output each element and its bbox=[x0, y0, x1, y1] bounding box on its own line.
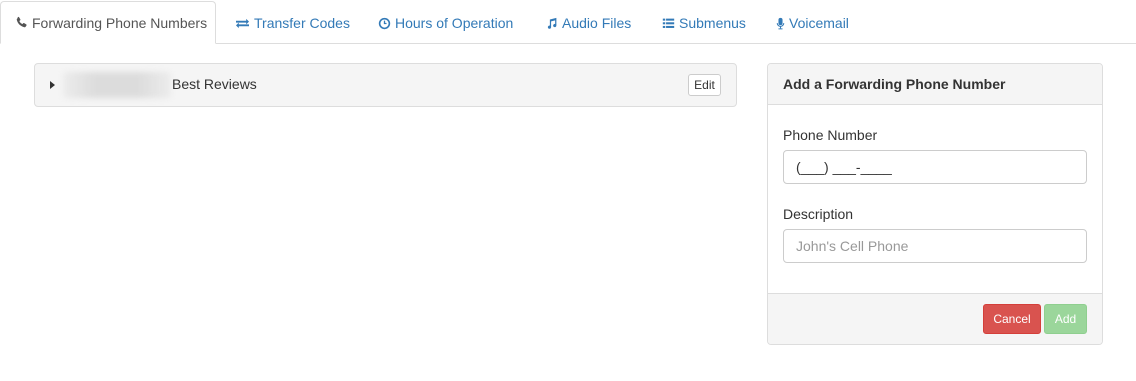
clock-icon bbox=[377, 16, 391, 30]
tab-forwarding-phone-numbers[interactable]: Forwarding Phone Numbers bbox=[0, 1, 216, 44]
microphone-icon bbox=[775, 16, 785, 30]
redacted-name bbox=[63, 72, 171, 98]
panel-footer: Cancel Add bbox=[768, 293, 1102, 344]
add-forwarding-number-panel: Add a Forwarding Phone Number Phone Numb… bbox=[767, 63, 1103, 345]
list-icon bbox=[661, 16, 675, 30]
add-button[interactable]: Add bbox=[1044, 304, 1087, 334]
tab-label: Submenus bbox=[679, 15, 746, 31]
forwarding-group-panel[interactable]: Best Reviews Edit bbox=[34, 63, 737, 107]
exchange-icon bbox=[234, 16, 250, 30]
phone-number-input[interactable] bbox=[783, 150, 1087, 184]
tab-submenus[interactable]: Submenus bbox=[661, 2, 746, 44]
tab-label: Voicemail bbox=[789, 15, 849, 31]
tab-label: Audio Files bbox=[562, 15, 632, 31]
music-icon bbox=[544, 16, 558, 30]
caret-right-icon[interactable] bbox=[50, 81, 55, 89]
tab-audio-files[interactable]: Audio Files bbox=[544, 2, 631, 44]
panel-heading: Add a Forwarding Phone Number bbox=[768, 64, 1102, 105]
description-input[interactable] bbox=[783, 229, 1087, 263]
tab-hours-of-operation[interactable]: Hours of Operation bbox=[377, 2, 513, 44]
cancel-button[interactable]: Cancel bbox=[983, 304, 1041, 334]
tab-bar: Forwarding Phone Numbers Transfer Codes … bbox=[0, 0, 1136, 44]
group-title: Best Reviews bbox=[172, 76, 257, 92]
description-label: Description bbox=[783, 206, 854, 222]
phone-icon bbox=[15, 16, 28, 30]
tab-transfer-codes[interactable]: Transfer Codes bbox=[234, 2, 350, 44]
phone-number-label: Phone Number bbox=[783, 127, 878, 143]
edit-button[interactable]: Edit bbox=[688, 74, 721, 96]
tab-label: Forwarding Phone Numbers bbox=[32, 14, 208, 31]
tab-voicemail[interactable]: Voicemail bbox=[775, 2, 849, 44]
tab-label: Hours of Operation bbox=[395, 15, 514, 31]
tab-label: Transfer Codes bbox=[254, 15, 350, 31]
